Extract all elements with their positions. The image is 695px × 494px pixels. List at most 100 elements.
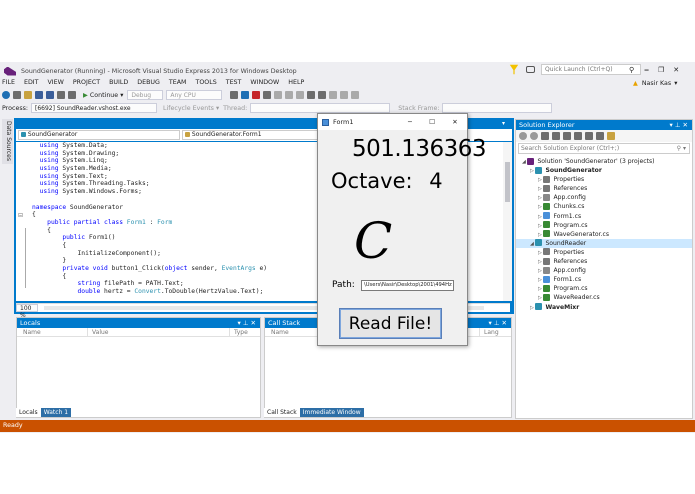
menu-file[interactable]: FILE bbox=[2, 79, 15, 86]
uncomment-icon[interactable] bbox=[351, 91, 360, 99]
user-area[interactable]: ▲ Nasir Kas ▾ bbox=[633, 78, 677, 88]
tree-item[interactable]: ▷ Properties bbox=[516, 175, 692, 184]
quick-launch-input[interactable]: Quick Launch (Ctrl+Q) bbox=[541, 64, 641, 75]
data-sources-label: Data Sources bbox=[5, 121, 12, 161]
collapse-namespace-icon[interactable]: ⊟ bbox=[18, 212, 23, 220]
config-combo[interactable]: Debug bbox=[127, 90, 164, 100]
stop-icon[interactable] bbox=[252, 91, 261, 99]
tab-call-stack[interactable]: Call Stack bbox=[264, 408, 300, 417]
menu-project[interactable]: PROJECT bbox=[73, 79, 100, 86]
menu-tools[interactable]: TOOLS bbox=[195, 79, 216, 86]
zoom-combo[interactable]: 100 % bbox=[16, 304, 38, 319]
code-token: using bbox=[32, 172, 63, 180]
form-maximize-button[interactable]: ☐ bbox=[421, 118, 443, 126]
locals-panel: Locals ▾ ⊥ ✕ Name Value Type bbox=[16, 317, 261, 418]
tree-item[interactable]: ◢ SoundReader bbox=[516, 238, 692, 248]
refresh-icon[interactable] bbox=[563, 132, 571, 140]
sol-forward-icon[interactable] bbox=[530, 132, 538, 140]
code-token: public partial class bbox=[32, 218, 127, 226]
find-icon[interactable] bbox=[230, 91, 239, 99]
close-button[interactable]: ✕ bbox=[673, 66, 679, 74]
breakpoint-icon[interactable] bbox=[318, 91, 327, 99]
tree-item[interactable]: ▷ Chunks.cs bbox=[516, 202, 692, 211]
tab-watch1[interactable]: Watch 1 bbox=[40, 408, 72, 417]
locals-col-value: Value bbox=[87, 328, 229, 336]
menu-debug[interactable]: DEBUG bbox=[137, 79, 160, 86]
save-all-icon[interactable] bbox=[46, 91, 54, 99]
step-out-icon[interactable] bbox=[296, 91, 305, 99]
collapse-all-icon[interactable] bbox=[574, 132, 582, 140]
process-combo[interactable]: [6692] SoundReader.vshost.exe bbox=[31, 103, 158, 113]
tree-item[interactable]: ◢ Solution 'SoundGenerator' (3 projects) bbox=[516, 157, 692, 166]
menu-test[interactable]: TEST bbox=[226, 79, 242, 86]
stack-frame-combo[interactable] bbox=[442, 103, 553, 113]
hex-icon[interactable] bbox=[307, 91, 316, 99]
panel-pin-icon[interactable]: ▾ ⊥ ✕ bbox=[669, 120, 688, 130]
comment-icon[interactable] bbox=[340, 91, 349, 99]
platform-combo[interactable]: Any CPU bbox=[166, 90, 223, 100]
feedback-icon[interactable] bbox=[526, 66, 535, 73]
lifecycle-events-button[interactable]: Lifecycle Events ▾ bbox=[163, 105, 219, 112]
step-over-icon[interactable] bbox=[285, 91, 294, 99]
tree-item[interactable]: ▷ WaveMixr bbox=[516, 303, 692, 312]
locals-col-type: Type bbox=[229, 328, 248, 336]
show-all-files-icon[interactable] bbox=[585, 132, 593, 140]
preview-icon[interactable] bbox=[607, 132, 615, 140]
form-close-button[interactable]: ✕ bbox=[443, 118, 467, 126]
code-token: System.Linq; bbox=[62, 157, 108, 165]
tree-item[interactable]: ▷ References bbox=[516, 184, 692, 193]
panel-pin-icon[interactable]: ▾ ⊥ ✕ bbox=[488, 318, 507, 328]
tree-item[interactable]: ▷ Properties bbox=[516, 248, 692, 257]
menu-team[interactable]: TEAM bbox=[169, 79, 187, 86]
home-icon[interactable] bbox=[541, 132, 549, 140]
panel-pin-icon[interactable]: ▾ ⊥ ✕ bbox=[237, 318, 256, 328]
tree-item[interactable]: ▷ WaveGenerator.cs bbox=[516, 230, 692, 239]
form-minimize-button[interactable]: ─ bbox=[399, 118, 421, 126]
open-icon[interactable] bbox=[24, 91, 32, 99]
tree-item[interactable]: ▷ SoundGenerator bbox=[516, 166, 692, 175]
save-icon[interactable] bbox=[35, 91, 43, 99]
status-text: Ready bbox=[3, 422, 23, 429]
minimize-button[interactable]: ‒ bbox=[644, 66, 649, 74]
tab-dropdown-icon[interactable]: ▾ bbox=[502, 120, 505, 127]
data-sources-side-tab[interactable]: Data Sources bbox=[2, 119, 13, 164]
step-into-icon[interactable] bbox=[274, 91, 283, 99]
restart-icon[interactable] bbox=[263, 91, 272, 99]
menu-help[interactable]: HELP bbox=[288, 79, 304, 86]
code-token: Form1() bbox=[88, 234, 116, 242]
tree-item[interactable]: ▷ App.config bbox=[516, 266, 692, 275]
back-icon[interactable] bbox=[2, 91, 10, 99]
continue-button[interactable]: ▶ Continue ▾ bbox=[83, 92, 123, 99]
frequency-value: 501.136363 bbox=[352, 136, 487, 162]
menu-window[interactable]: WINDOW bbox=[250, 79, 279, 86]
menu-edit[interactable]: EDIT bbox=[24, 79, 39, 86]
tree-item[interactable]: ▷ Program.cs bbox=[516, 221, 692, 230]
vertical-scrollbar[interactable] bbox=[503, 142, 512, 301]
path-input[interactable]: \Users\Nasir\Desktop\2001\494Hz bbox=[361, 280, 454, 291]
thread-combo[interactable] bbox=[250, 103, 391, 113]
tab-immediate-window[interactable]: Immediate Window bbox=[299, 408, 364, 417]
tree-item[interactable]: ▷ References bbox=[516, 257, 692, 266]
menu-build[interactable]: BUILD bbox=[109, 79, 128, 86]
notifications-flag-icon[interactable] bbox=[509, 64, 519, 75]
new-project-icon[interactable] bbox=[13, 91, 21, 99]
tab-locals[interactable]: Locals bbox=[16, 408, 41, 417]
code-token: using bbox=[32, 165, 63, 173]
pause-icon[interactable] bbox=[241, 91, 250, 99]
tree-item[interactable]: ▷ Form1.cs bbox=[516, 212, 692, 221]
class-combo[interactable]: SoundGenerator bbox=[18, 130, 180, 140]
solution-search-input[interactable]: Search Solution Explorer (Ctrl+;) ⚲ ▾ bbox=[518, 143, 690, 154]
redo-icon[interactable] bbox=[68, 91, 76, 99]
restore-button[interactable]: ❐ bbox=[658, 66, 664, 74]
undo-icon[interactable] bbox=[57, 91, 65, 99]
bookmark-icon[interactable] bbox=[329, 91, 338, 99]
properties-icon[interactable] bbox=[596, 132, 604, 140]
tree-item[interactable]: ▷ WaveReader.cs bbox=[516, 293, 692, 302]
sol-back-icon[interactable] bbox=[519, 132, 527, 140]
tree-item[interactable]: ▷ Form1.cs bbox=[516, 275, 692, 284]
sync-icon[interactable] bbox=[552, 132, 560, 140]
menu-view[interactable]: VIEW bbox=[48, 79, 64, 86]
tree-item[interactable]: ▷ Program.cs bbox=[516, 284, 692, 293]
read-file-button[interactable]: Read File! bbox=[339, 308, 442, 339]
tree-item[interactable]: ▷ App.config bbox=[516, 193, 692, 202]
